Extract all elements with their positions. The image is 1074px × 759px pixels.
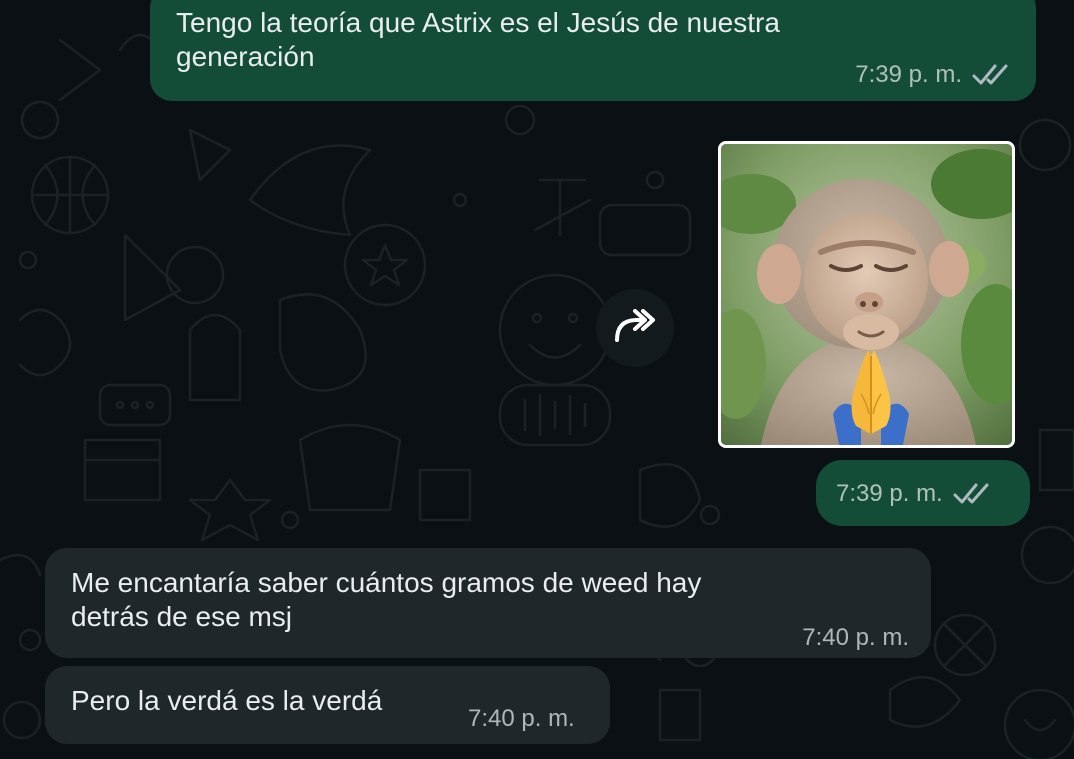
- monkey-sticker-image[interactable]: [718, 141, 1015, 448]
- message-meta: 7:40 p. m.: [802, 624, 909, 652]
- outgoing-message-bubble[interactable]: Tengo la teoría que Astrix es el Jesús d…: [150, 0, 1036, 101]
- incoming-message-bubble[interactable]: Pero la verdá es la verdá 7:40 p. m.: [45, 666, 610, 744]
- message-text: Pero la verdá es la verdá: [71, 685, 383, 716]
- double-check-icon: [972, 63, 1014, 87]
- double-check-icon: [953, 482, 995, 506]
- message-timestamp: 7:40 p. m.: [468, 705, 575, 732]
- forward-button[interactable]: [596, 289, 674, 367]
- sticker-time-pill: 7:39 p. m.: [816, 460, 1030, 526]
- message-meta: 7:40 p. m.: [468, 705, 575, 733]
- message-text: Me encantaría saber cuántos gramos de we…: [71, 567, 702, 632]
- message-text: Tengo la teoría que Astrix es el Jesús d…: [176, 7, 780, 72]
- incoming-message-bubble[interactable]: Me encantaría saber cuántos gramos de we…: [45, 548, 931, 658]
- forward-arrow-icon: [613, 306, 657, 351]
- message-meta: 7:39 p. m.: [836, 480, 995, 508]
- message-timestamp: 7:39 p. m.: [836, 480, 943, 507]
- message-timestamp: 7:39 p. m.: [855, 61, 962, 88]
- message-meta: 7:39 p. m.: [855, 61, 1014, 89]
- message-timestamp: 7:40 p. m.: [802, 624, 909, 651]
